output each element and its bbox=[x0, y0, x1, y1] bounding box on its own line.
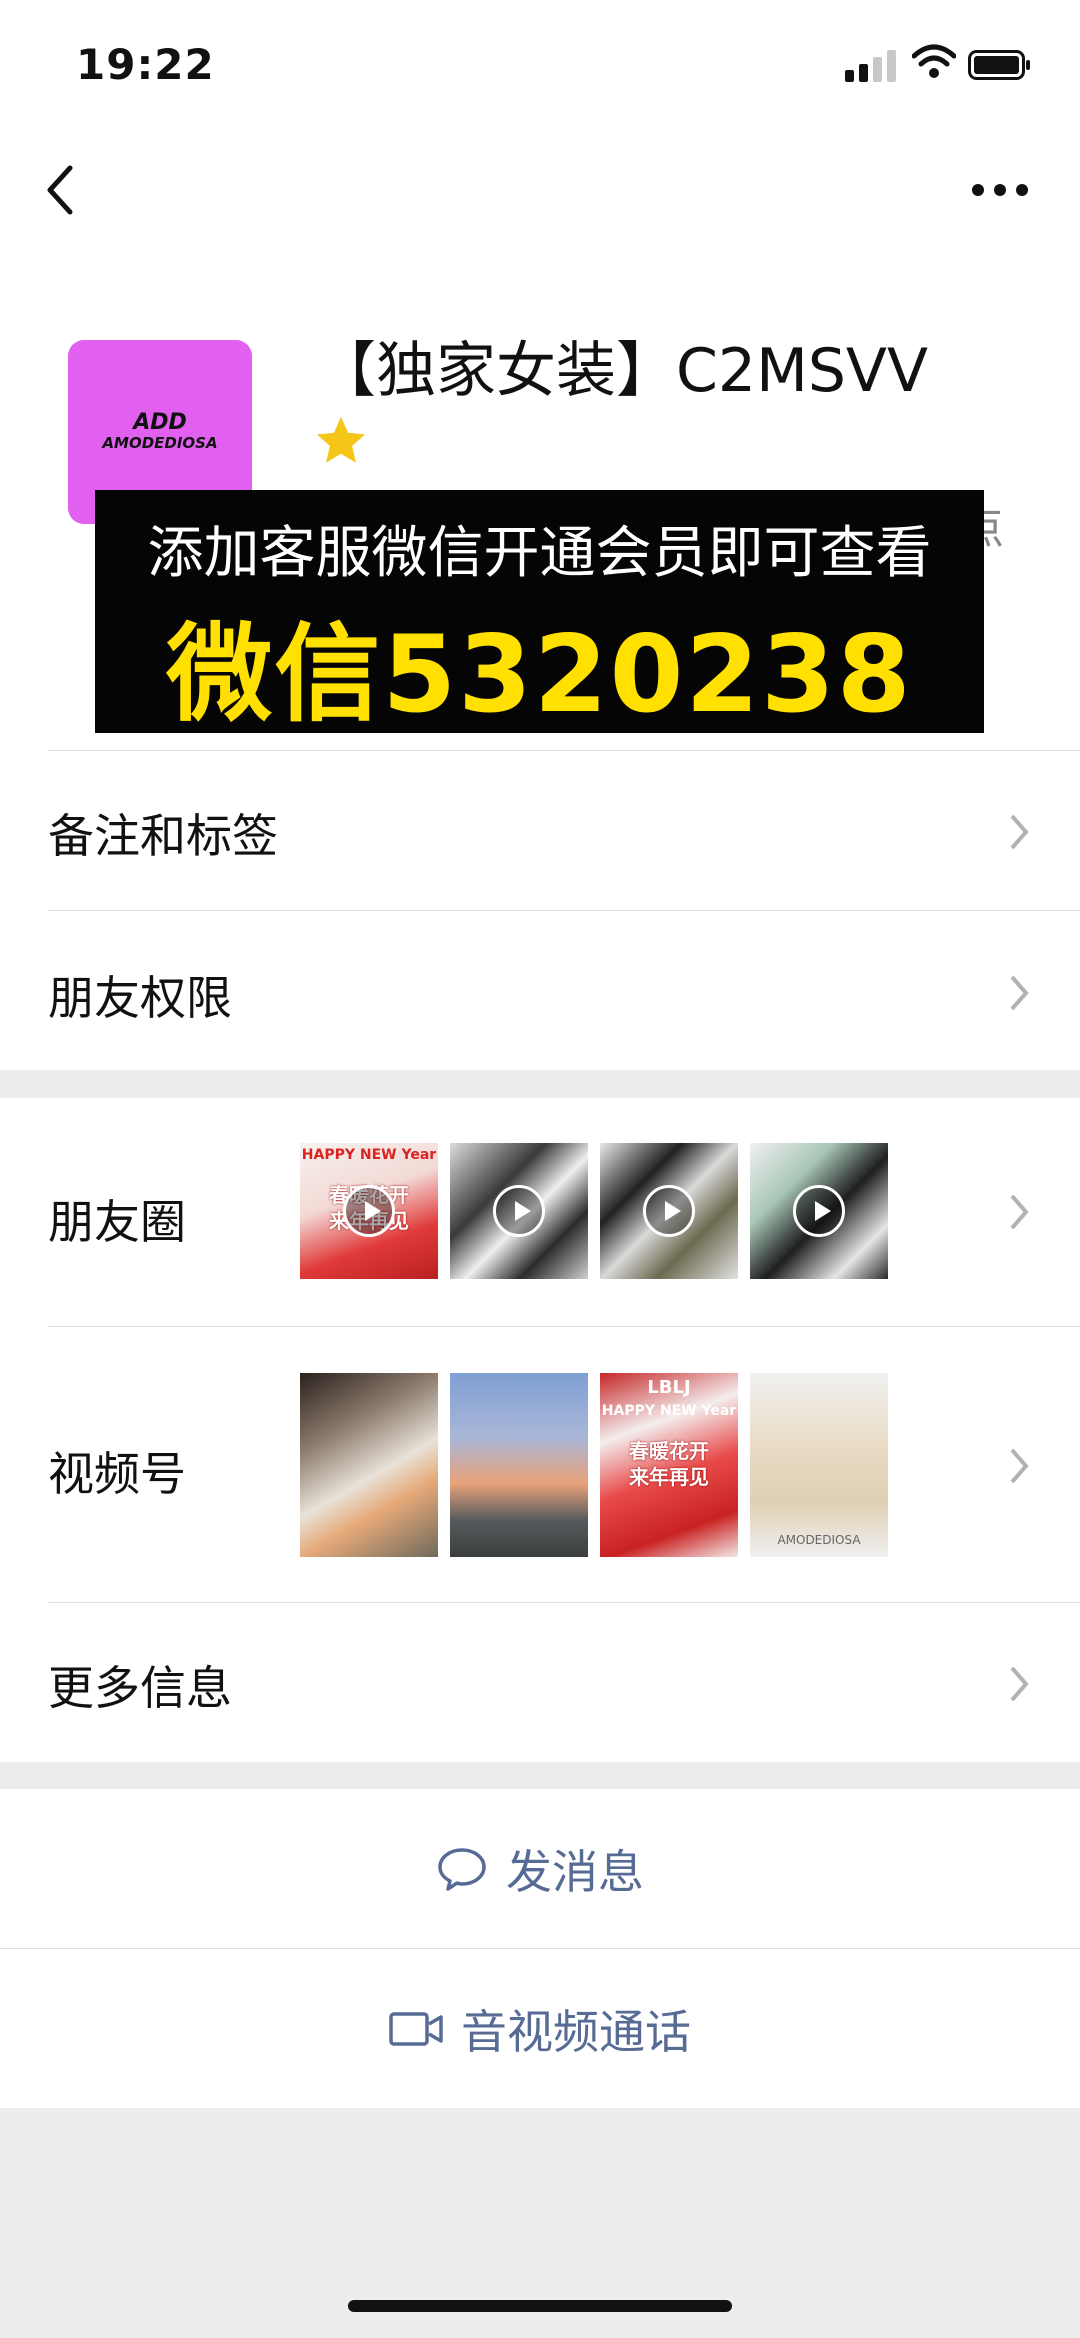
chevron-right-icon bbox=[1010, 1194, 1029, 1230]
send-message-label: 发消息 bbox=[506, 1844, 644, 1899]
avatar-text-line2: AMODEDIOSA bbox=[102, 434, 218, 452]
wifi-icon bbox=[912, 44, 956, 78]
divider bbox=[48, 750, 1080, 751]
moments-thumb[interactable] bbox=[450, 1143, 588, 1279]
play-icon bbox=[793, 1185, 845, 1237]
row-permissions-label: 朋友权限 bbox=[48, 971, 232, 1025]
profile-name: 【独家女装】C2MSVV bbox=[316, 336, 929, 406]
chat-bubble-icon bbox=[438, 1847, 486, 1891]
row-moments-label: 朋友圈 bbox=[48, 1195, 186, 1249]
thumb-text: HAPPY NEW Year bbox=[601, 1403, 737, 1419]
moments-thumb[interactable]: HAPPY NEW Year 春暖花开 来年再见 bbox=[300, 1143, 438, 1279]
home-indicator[interactable] bbox=[348, 2300, 732, 2312]
row-channels-label: 视频号 bbox=[48, 1447, 186, 1501]
video-camera-icon bbox=[389, 2011, 443, 2046]
promo-banner-line1: 添加客服微信开通会员即可查看 bbox=[147, 521, 932, 586]
channels-thumb[interactable] bbox=[300, 1373, 438, 1557]
play-icon bbox=[643, 1185, 695, 1237]
signal-icon bbox=[845, 48, 897, 82]
moments-thumbnails: HAPPY NEW Year 春暖花开 来年再见 bbox=[300, 1143, 888, 1279]
back-icon[interactable] bbox=[42, 160, 78, 220]
chevron-right-icon bbox=[1010, 1666, 1029, 1702]
star-icon bbox=[316, 416, 366, 463]
row-remarks-label: 备注和标签 bbox=[48, 809, 278, 863]
thumb-watermark: AMODEDIOSA bbox=[777, 1533, 861, 1547]
promo-banner-line2: 微信5320238 bbox=[166, 613, 913, 736]
video-call-button[interactable]: 音视频通话 bbox=[0, 1949, 1080, 2108]
status-time: 19:22 bbox=[76, 40, 215, 89]
avatar-text-line1: ADD bbox=[133, 410, 187, 435]
send-message-button[interactable]: 发消息 bbox=[0, 1789, 1080, 1948]
nav-bar bbox=[0, 130, 1080, 250]
channels-thumb[interactable] bbox=[450, 1373, 588, 1557]
chevron-right-icon bbox=[1010, 814, 1029, 850]
channels-thumb[interactable]: LBLJ HAPPY NEW Year 春暖花开 来年再见 bbox=[600, 1373, 738, 1557]
row-more-info-label: 更多信息 bbox=[48, 1661, 232, 1715]
thumb-text: LBLJ bbox=[647, 1377, 691, 1398]
more-icon[interactable] bbox=[972, 184, 1028, 198]
thumb-text: HAPPY NEW Year bbox=[301, 1147, 437, 1163]
channels-thumbnails: LBLJ HAPPY NEW Year 春暖花开 来年再见 AMODEDIOSA bbox=[300, 1373, 888, 1557]
channels-thumb[interactable]: AMODEDIOSA bbox=[750, 1373, 888, 1557]
play-icon bbox=[493, 1185, 545, 1237]
chevron-right-icon bbox=[1010, 975, 1029, 1011]
play-icon bbox=[343, 1185, 395, 1237]
thumb-caption: 来年再见 bbox=[629, 1465, 709, 1489]
video-call-label: 音视频通话 bbox=[461, 2004, 691, 2059]
battery-icon bbox=[968, 50, 1030, 80]
moments-thumb[interactable] bbox=[750, 1143, 888, 1279]
moments-thumb[interactable] bbox=[600, 1143, 738, 1279]
chevron-right-icon bbox=[1010, 1448, 1029, 1484]
thumb-caption: 春暖花开 bbox=[629, 1439, 709, 1463]
